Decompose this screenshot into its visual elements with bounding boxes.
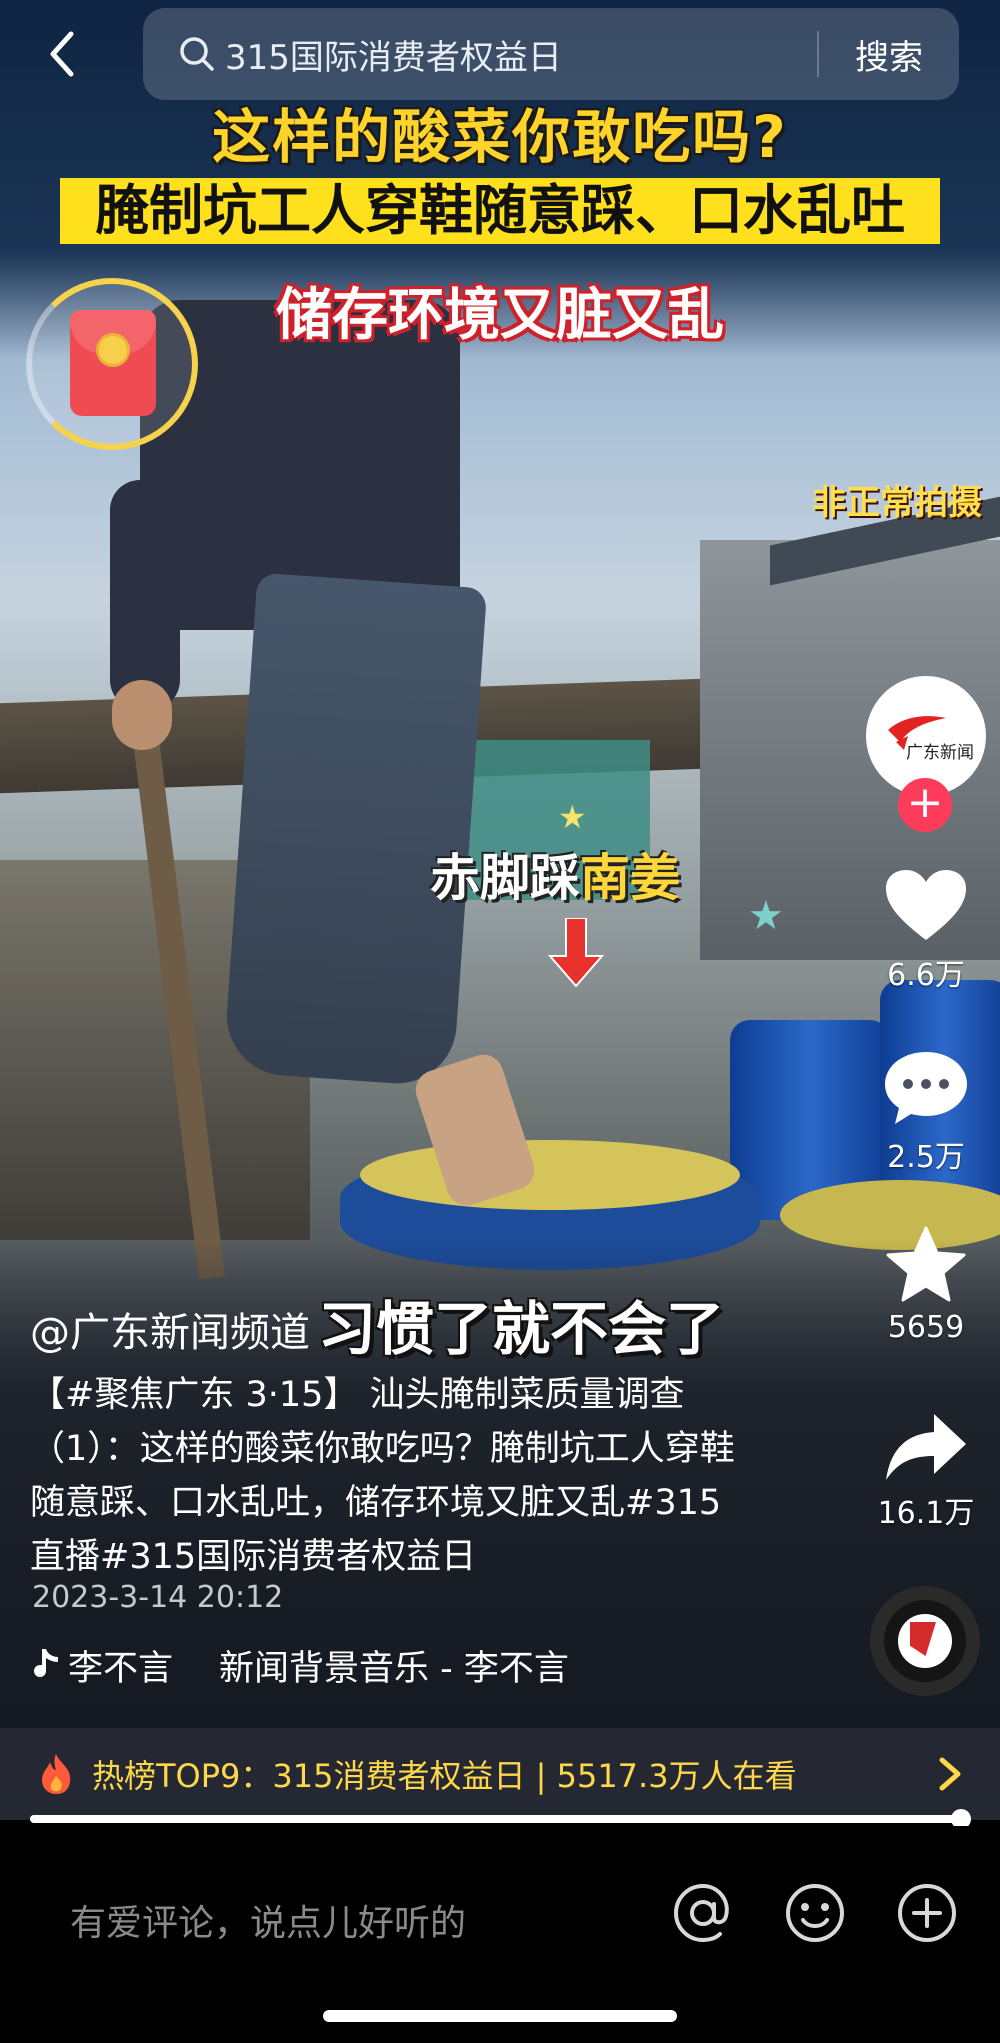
like-button[interactable]: 6.6万: [866, 868, 986, 994]
emoji-icon[interactable]: [784, 1882, 846, 1944]
comment-button[interactable]: 2.5万: [866, 1050, 986, 1176]
corner-note: 非正常拍摄: [812, 483, 982, 523]
scene-label: 赤脚踩南姜: [430, 838, 680, 910]
author-name[interactable]: @广东新闻频道: [30, 1300, 310, 1358]
video-description[interactable]: 【#聚焦广东 3·15】 汕头腌制菜质量调查（1）：这样的酸菜你敢吃吗？腌制坑工…: [30, 1368, 740, 1584]
red-envelope-icon[interactable]: [70, 310, 156, 416]
star-icon: [886, 1226, 966, 1302]
add-plus-icon[interactable]: [896, 1882, 958, 1944]
music-title: 新闻背景音乐 - 李不言: [219, 1648, 569, 1689]
like-count: 6.6万: [887, 958, 965, 993]
hot-list-text: 热榜TOP9：315消费者权益日 | 5517.3万人在看: [92, 1757, 797, 1795]
search-icon: [180, 37, 214, 71]
video-title-line1: 这样的酸菜你敢吃吗?: [212, 103, 788, 171]
music-note-icon: [34, 1649, 58, 1677]
comment-bubble-icon: [885, 1052, 967, 1124]
favorite-button[interactable]: 5659: [866, 1226, 986, 1345]
search-bar[interactable]: 315国际消费者权益日 搜索: [143, 8, 959, 100]
back-button[interactable]: [38, 30, 86, 78]
search-query[interactable]: 315国际消费者权益日: [225, 30, 817, 79]
share-button[interactable]: 16.1万: [866, 1412, 986, 1532]
playback-progress-fill: [30, 1815, 961, 1823]
chevron-left-icon: [50, 31, 74, 77]
hot-list-banner[interactable]: 热榜TOP9：315消费者权益日 | 5517.3万人在看: [0, 1728, 1000, 1820]
avatar-text: 广东新闻: [906, 743, 974, 763]
follow-button[interactable]: +: [898, 778, 952, 832]
scene-label-white: 赤脚踩: [430, 849, 580, 907]
flame-icon: [42, 1754, 71, 1794]
chevron-right-icon: [939, 1757, 961, 1791]
scene-label-yellow: 南姜: [580, 849, 680, 907]
home-indicator: [323, 2010, 677, 2022]
video-subtitle: 习惯了就不会了: [318, 1295, 725, 1363]
music-artist: 李不言: [68, 1648, 174, 1689]
heart-icon: [886, 870, 966, 940]
star-sticker-icon: ★: [558, 798, 587, 836]
favorite-count: 5659: [887, 1310, 965, 1345]
search-button[interactable]: 搜索: [819, 30, 959, 79]
star-sticker-icon: ★: [748, 893, 784, 939]
comment-input[interactable]: 有爱评论，说点儿好听的: [70, 1894, 466, 1946]
music-disc[interactable]: [870, 1586, 980, 1696]
music-info[interactable]: 李不言 新闻背景音乐 - 李不言: [30, 1643, 569, 1689]
video-screen[interactable]: 315国际消费者权益日 搜索 这样的酸菜你敢吃吗? 腌制坑工人穿鞋随意踩、口水乱…: [0, 0, 1000, 2043]
playback-progress[interactable]: [30, 1809, 971, 1829]
arrow-down-icon: [548, 918, 604, 988]
comment-bar[interactable]: 有爱评论，说点儿好听的: [0, 1826, 1000, 2043]
at-mention-icon[interactable]: [672, 1882, 734, 1944]
post-date: 2023-3-14 20:12: [32, 1580, 284, 1615]
comment-count: 2.5万: [887, 1140, 965, 1175]
share-arrow-icon: [886, 1414, 966, 1480]
share-count: 16.1万: [877, 1496, 975, 1531]
video-title-line2: 腌制坑工人穿鞋随意踩、口水乱吐: [60, 178, 940, 244]
